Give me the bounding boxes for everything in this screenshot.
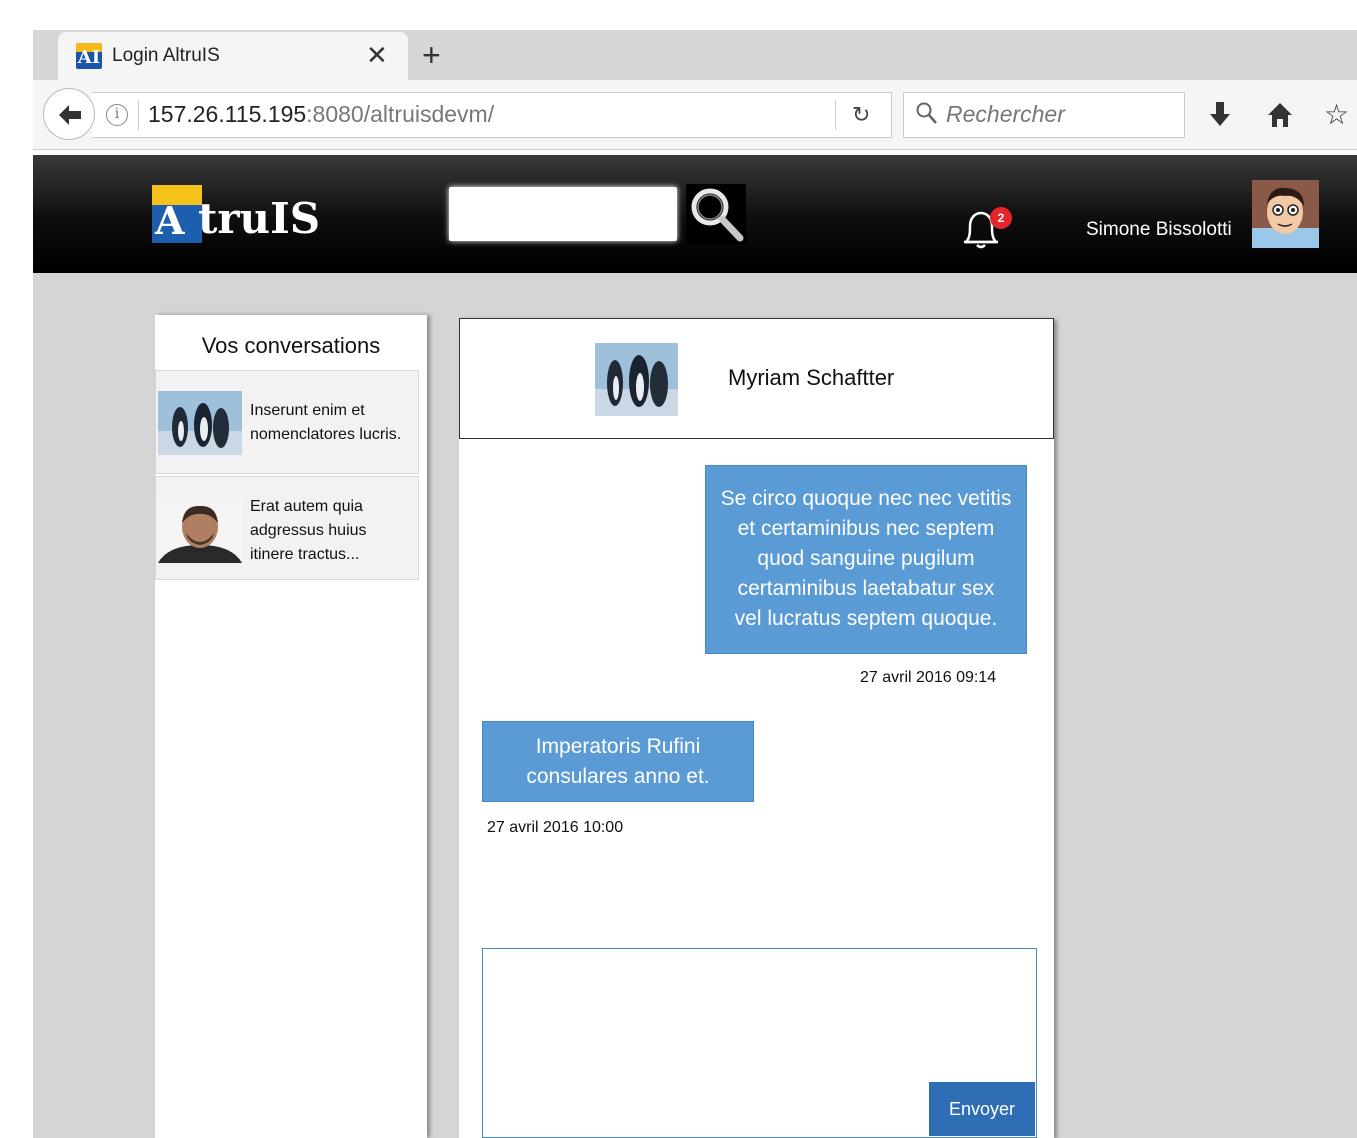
- send-button[interactable]: Envoyer: [929, 1082, 1035, 1136]
- new-tab-icon[interactable]: +: [422, 38, 441, 72]
- back-arrow-icon: [59, 105, 81, 125]
- back-button[interactable]: [43, 88, 95, 140]
- url-host: 157.26.115.195: [148, 101, 307, 127]
- conversation-item[interactable]: Erat autem quia adgressus huius itinere …: [155, 476, 419, 580]
- message-line: quod sanguine pugilum: [757, 547, 975, 570]
- browser-search-placeholder: Rechercher: [946, 101, 1065, 127]
- message-line: certaminibus laetabatur sex: [737, 577, 995, 600]
- user-name[interactable]: Simone Bissolotti: [1086, 219, 1232, 241]
- conversation-preview: Inserunt enim et nomenclatores lucris.: [250, 399, 401, 447]
- message-line: vel lucratus septem quoque.: [734, 607, 998, 630]
- url-path: :8080/altruisdevm/: [306, 101, 495, 127]
- user-avatar[interactable]: [1252, 180, 1319, 248]
- contact-photo-thumbnail: [158, 499, 242, 563]
- preview-line: Erat autem quia: [250, 498, 363, 515]
- url-text[interactable]: 157.26.115.195:8080/altruisdevm/: [148, 101, 494, 128]
- close-tab-icon[interactable]: ✕: [366, 40, 388, 70]
- bookmark-star-icon[interactable]: ☆: [1324, 98, 1349, 131]
- home-icon[interactable]: [1266, 100, 1294, 130]
- info-icon[interactable]: i: [106, 104, 128, 126]
- message-line: Se circo quoque nec nec vetitis: [720, 487, 1012, 510]
- message-line: et certaminibus nec septem: [737, 517, 995, 540]
- message-timestamp: 27 avril 2016 09:14: [860, 669, 997, 686]
- preview-line: Inserunt enim et: [250, 402, 365, 419]
- conversation-preview: Erat autem quia adgressus huius itinere …: [250, 495, 367, 567]
- message-bubble-received: Imperatoris Rufini consulares anno et.: [482, 721, 754, 802]
- contact-name: Myriam Schaftter: [728, 365, 895, 390]
- search-icon: [916, 102, 937, 124]
- message-line: Imperatoris Rufini: [535, 735, 701, 758]
- preview-line: itinere tractus...: [250, 546, 360, 563]
- reload-icon[interactable]: ↻: [852, 102, 870, 128]
- message-bubble-sent: Se circo quoque nec nec vetitis et certa…: [705, 465, 1027, 654]
- conversations-title: Vos conversations: [201, 333, 381, 358]
- preview-line: nomenclatores lucris.: [250, 426, 402, 443]
- tab-title: Login AltruIS: [112, 45, 220, 66]
- app-search-input[interactable]: [449, 187, 677, 241]
- preview-line: adgressus huius: [250, 522, 367, 539]
- altruis-favicon-icon: AI: [76, 43, 102, 69]
- conversation-item[interactable]: Inserunt enim et nomenclatores lucris.: [155, 370, 419, 474]
- altruis-logo[interactable]: A truIS: [152, 185, 320, 243]
- penguins-thumbnail: [158, 391, 242, 455]
- notification-count-badge: 2: [990, 207, 1012, 229]
- reload-divider: [835, 100, 836, 130]
- message-timestamp: 27 avril 2016 10:00: [487, 819, 624, 836]
- magnifier-search-icon[interactable]: [686, 184, 746, 244]
- contact-avatar: [595, 343, 678, 416]
- message-line: consulares anno et.: [526, 765, 710, 788]
- download-icon[interactable]: [1207, 100, 1233, 130]
- browser-tab[interactable]: [58, 32, 408, 80]
- url-divider: [138, 100, 139, 130]
